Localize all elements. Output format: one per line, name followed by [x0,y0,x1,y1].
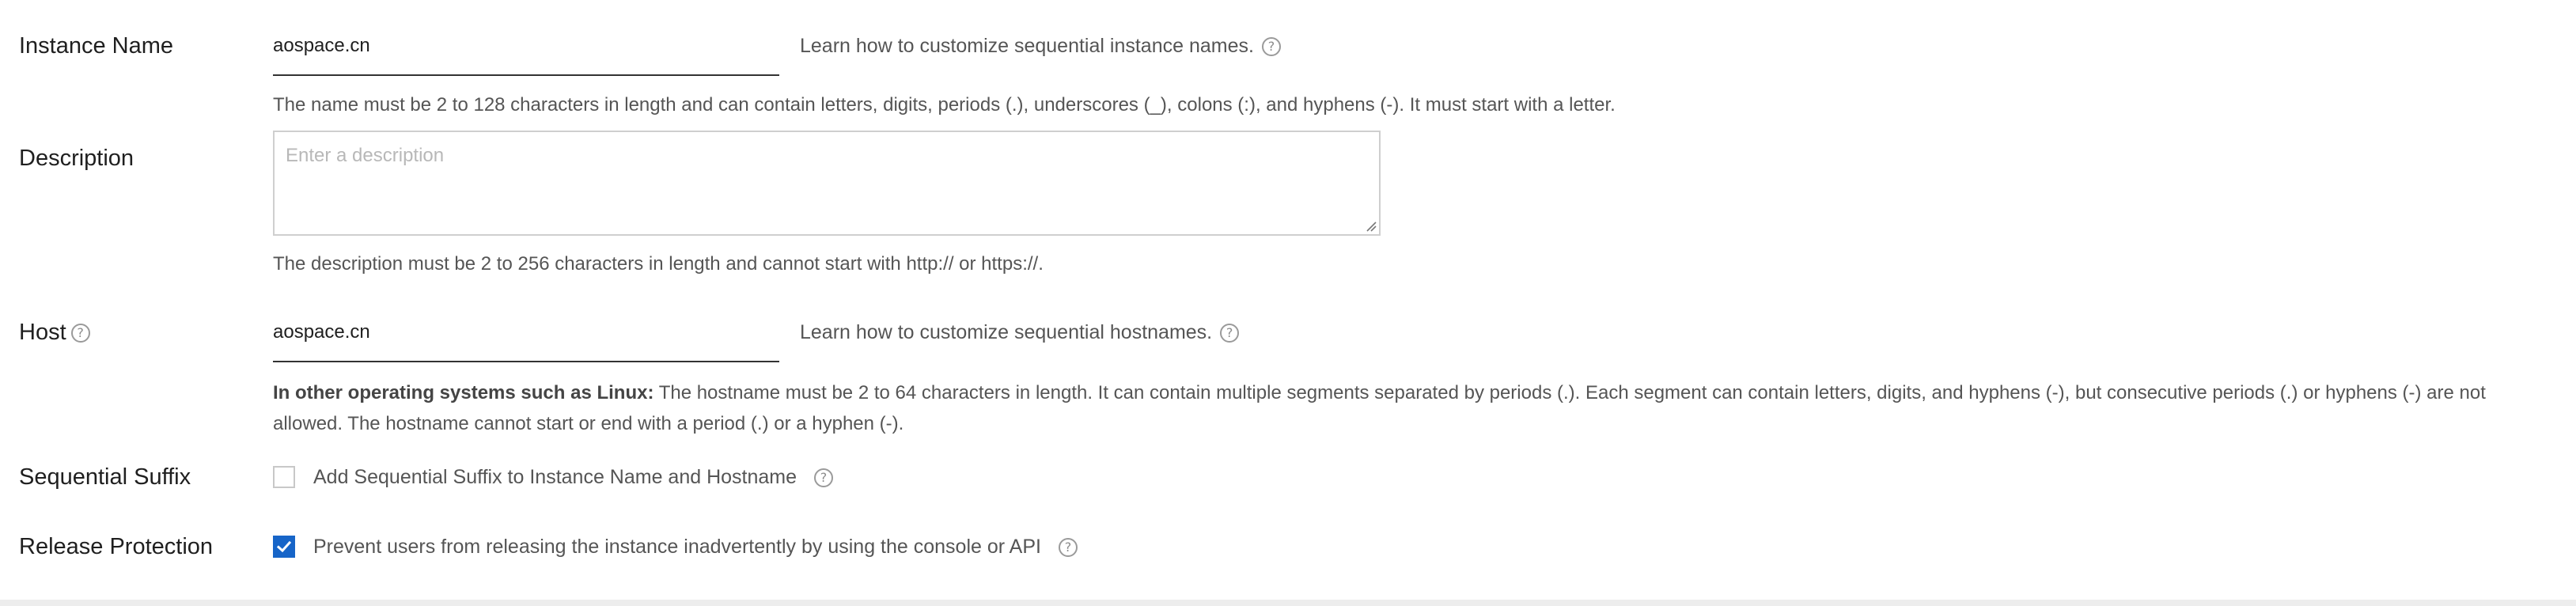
description-placeholder: Enter a description [286,145,445,166]
instance-settings-form: Instance Name aospace.cn Learn how to cu… [0,0,2576,606]
sequential-suffix-checkbox[interactable] [273,466,295,488]
question-circle-icon[interactable]: ? [1058,538,1078,558]
host-hint-bold: In other operating systems such as Linux… [273,382,654,403]
host-learn-text: Learn how to customize sequential hostna… [800,321,1213,343]
host-label-text: Host [19,320,66,345]
question-circle-icon[interactable]: ? [1220,324,1240,343]
question-circle-icon[interactable]: ? [814,468,834,488]
question-circle-icon[interactable]: ? [1261,37,1281,57]
release-protection-label: Release Protection [19,534,214,559]
instance-name-label: Instance Name [19,33,174,59]
release-protection-checkbox-label: Prevent users from releasing the instanc… [313,536,1041,558]
instance-name-value: aospace.cn [273,35,370,56]
host-label: Host? [19,319,90,347]
description-label: Description [19,146,134,171]
host-learn-link[interactable]: Learn how to customize sequential hostna… [800,320,1240,344]
sequential-suffix-label: Sequential Suffix [19,464,191,490]
sequential-suffix-checkbox-label: Add Sequential Suffix to Instance Name a… [313,466,797,488]
instance-name-learn-text: Learn how to customize sequential instan… [800,35,1254,57]
instance-name-learn-link[interactable]: Learn how to customize sequential instan… [800,34,1281,58]
release-protection-option[interactable]: Prevent users from releasing the instanc… [313,535,1078,559]
instance-name-hint: The name must be 2 to 128 characters in … [273,94,1616,116]
checkmark-icon [276,540,292,553]
question-circle-icon[interactable]: ? [70,324,90,343]
host-hint: In other operating systems such as Linux… [273,377,2551,439]
bottom-divider [0,600,2576,606]
release-protection-checkbox[interactable] [273,536,295,558]
host-input[interactable]: aospace.cn [273,316,779,362]
host-value: aospace.cn [273,321,370,343]
sequential-suffix-option[interactable]: Add Sequential Suffix to Instance Name a… [313,465,834,489]
description-hint: The description must be 2 to 256 charact… [273,253,1044,275]
instance-name-input[interactable]: aospace.cn [273,30,779,76]
description-textarea[interactable]: Enter a description [273,131,1381,236]
resize-handle-icon[interactable] [1364,219,1377,232]
